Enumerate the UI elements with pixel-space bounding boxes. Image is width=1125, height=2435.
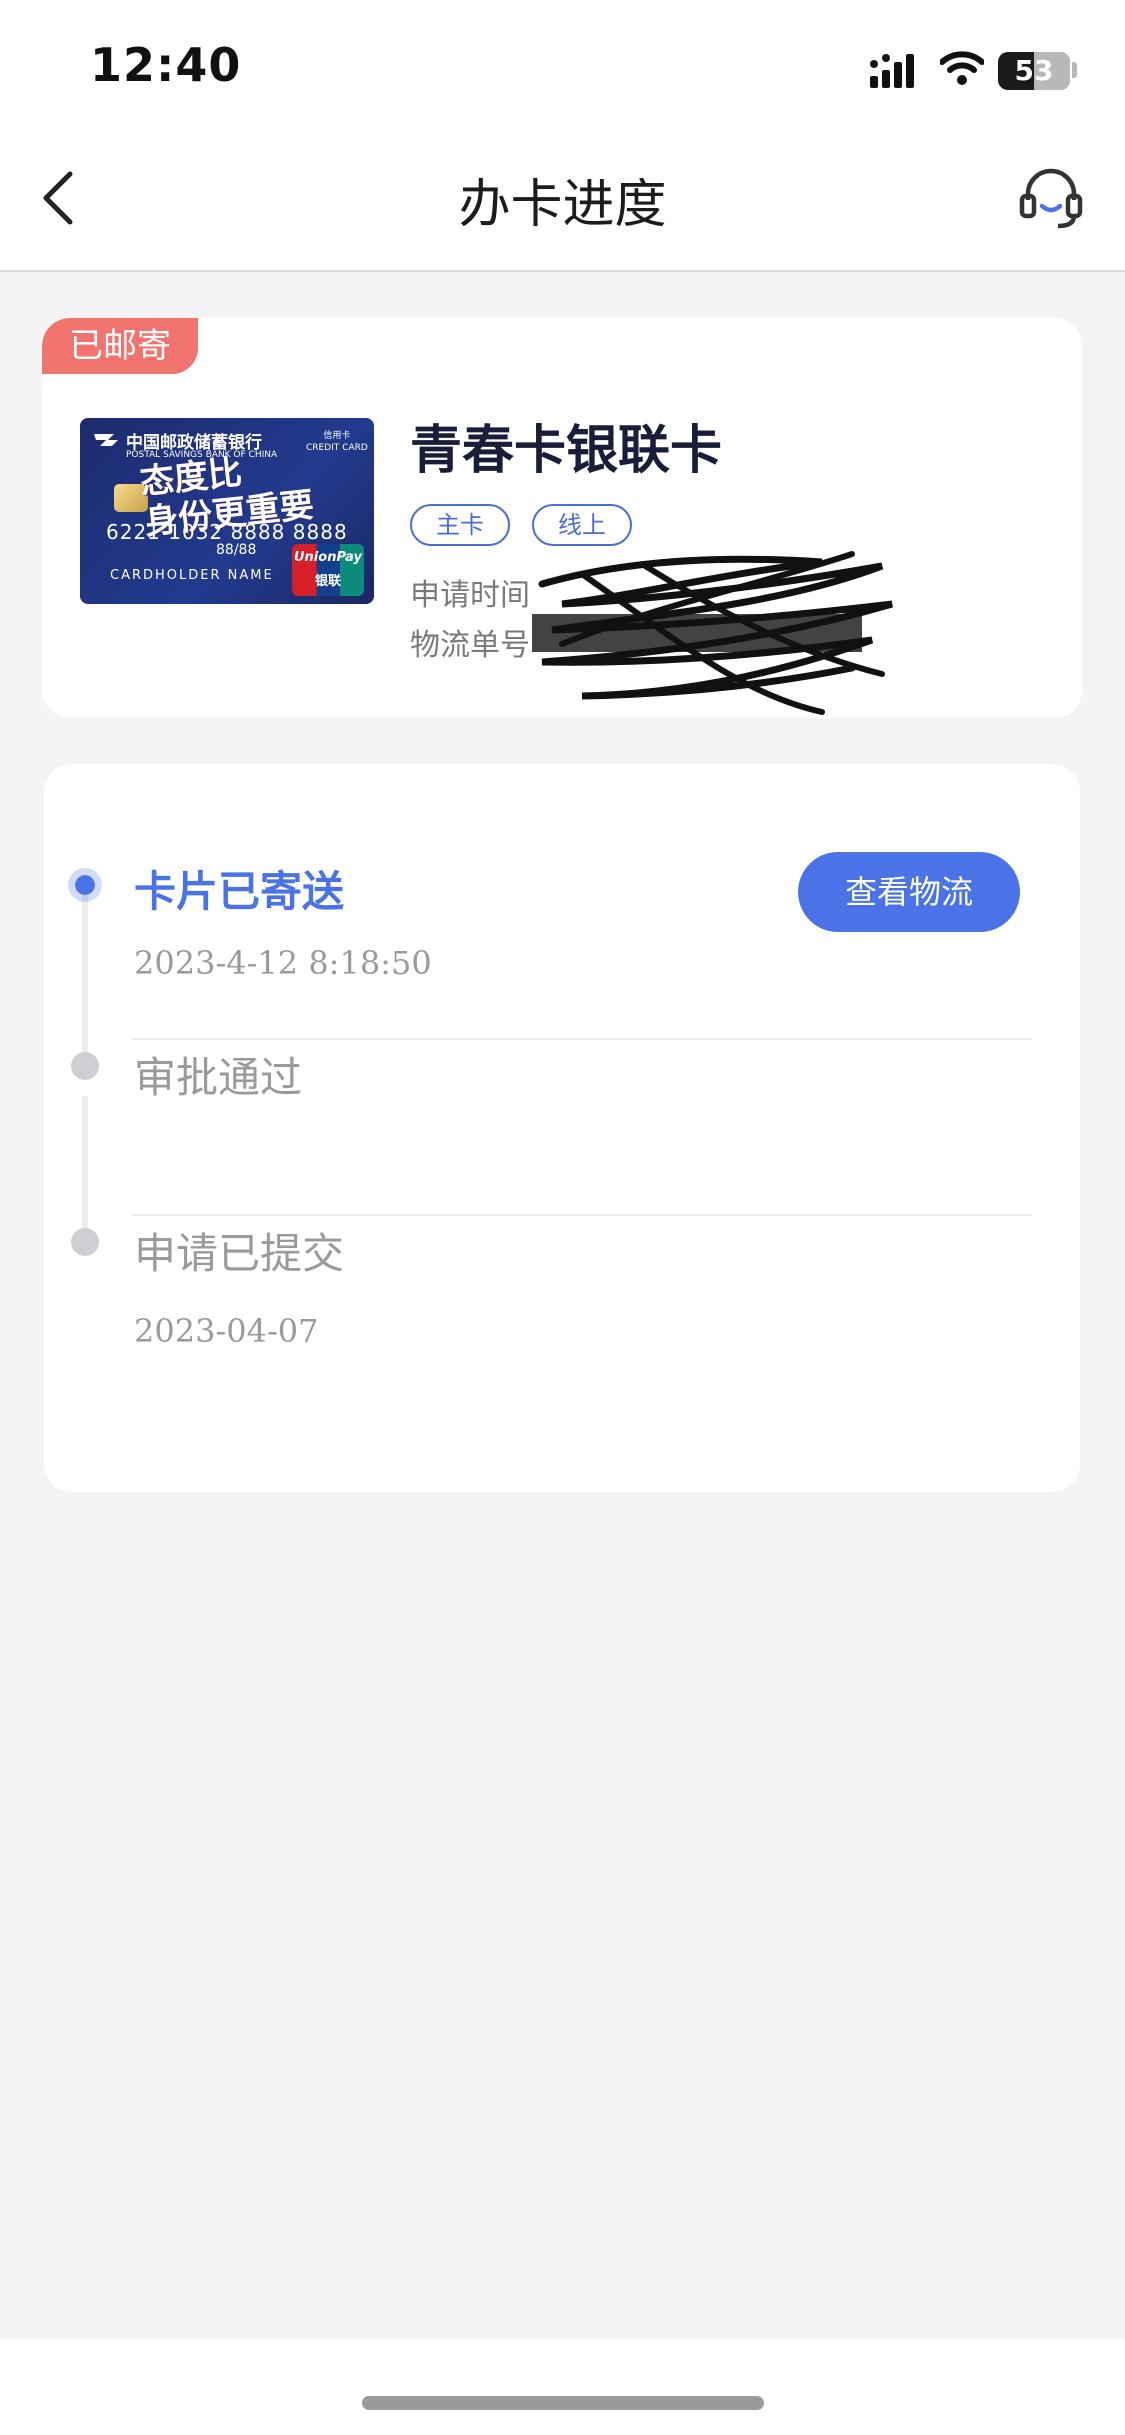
cellular-signal-icon <box>870 54 914 88</box>
card-credit-label: 信用卡 CREDIT CARD <box>306 431 368 453</box>
view-logistics-button[interactable]: 查看物流 <box>798 852 1020 932</box>
timeline-dot <box>71 1228 99 1256</box>
timeline-dot <box>71 1052 99 1080</box>
headset-icon[interactable] <box>1018 166 1084 232</box>
card-info-panel: 已邮寄 中国邮政储蓄银行 POSTAL SAVINGS BANK OF CHIN… <box>42 318 1082 718</box>
card-image: 中国邮政储蓄银行 POSTAL SAVINGS BANK OF CHINA 信用… <box>80 418 374 604</box>
redaction-scribble <box>532 551 893 715</box>
home-indicator[interactable] <box>362 2396 764 2410</box>
card-number: 6221 1032 8888 8888 <box>106 520 348 544</box>
step-title-submitted: 申请已提交 <box>134 1229 345 1278</box>
divider <box>132 1214 1032 1216</box>
timeline-dot-active <box>68 868 102 902</box>
battery-icon: 53 <box>998 52 1070 90</box>
status-time: 12:40 <box>90 38 242 92</box>
wifi-icon <box>940 51 984 85</box>
battery-cap <box>1072 62 1077 78</box>
step-title-approved: 审批通过 <box>134 1053 303 1102</box>
divider <box>132 1038 1032 1040</box>
bank-logo-icon <box>94 434 118 446</box>
unionpay-logo: UnionPay 银联 <box>292 544 364 596</box>
status-badge: 已邮寄 <box>42 318 198 374</box>
card-valid: 88/88 <box>216 542 257 558</box>
card-name: 青春卡银联卡 <box>410 421 723 481</box>
card-holder: CARDHOLDER NAME <box>110 568 274 583</box>
top-bar: 12:40 53 办卡进度 <box>0 0 1125 272</box>
apply-time-label: 申请时间 <box>410 578 530 613</box>
tracking-number-label: 物流单号 <box>410 628 530 663</box>
bottom-safe-area <box>0 2338 1125 2435</box>
page-title: 办卡进度 <box>458 175 667 235</box>
step-time-submitted: 2023-04-07 <box>134 1312 319 1350</box>
timeline-line <box>82 888 88 1072</box>
progress-panel: 卡片已寄送 2023-4-12 8:18:50 查看物流 审批通过 申请已提交 … <box>44 764 1080 1492</box>
step-title-shipped: 卡片已寄送 <box>134 867 345 916</box>
tag-online: 线上 <box>532 504 632 546</box>
battery-level: 53 <box>1014 54 1054 87</box>
timeline-line <box>82 1096 88 1242</box>
step-time-shipped: 2023-4-12 8:18:50 <box>134 944 432 982</box>
tag-primary-card: 主卡 <box>410 504 510 546</box>
